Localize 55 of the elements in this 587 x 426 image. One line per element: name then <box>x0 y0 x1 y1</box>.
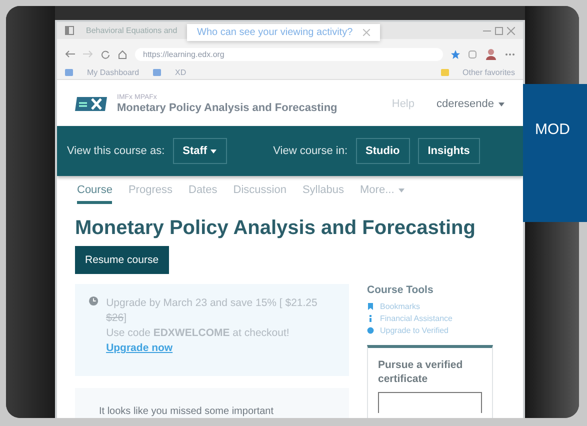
clock-icon <box>89 296 98 306</box>
close-icon <box>362 29 370 36</box>
sidebar-icon <box>65 26 74 35</box>
star-icon <box>451 50 460 58</box>
upgrade-code-text: Use code EDXWELCOME at checkout! Upgrade now <box>106 326 290 356</box>
forward-icon <box>83 50 93 58</box>
bookmark-link[interactable]: XD <box>175 68 186 76</box>
course-name: Monetary Policy Analysis and Forecasting <box>117 102 338 114</box>
tool-link[interactable]: Upgrade to Verified <box>380 326 448 335</box>
view-as-dropdown[interactable]: Staff <box>172 138 228 164</box>
course-tools-heading: Course Tools <box>367 284 434 296</box>
folder-icon <box>440 68 449 76</box>
overlay-text: MOD <box>535 121 570 138</box>
browser-tab[interactable]: Behavioral Equations and <box>78 24 186 37</box>
popup-text: Who can see your viewing activity? <box>197 27 353 38</box>
studio-button[interactable]: Studio <box>356 138 410 164</box>
circle-icon <box>367 327 374 334</box>
back-icon <box>65 50 75 58</box>
address-field[interactable]: https://learning.edx.org <box>135 48 443 60</box>
close-icon <box>507 26 515 34</box>
folder-icon <box>153 68 162 76</box>
user-menu[interactable]: cderesende <box>436 98 494 110</box>
alert-text: It looks like you missed some important <box>99 406 274 417</box>
upgrade-link[interactable]: Upgrade now <box>106 342 173 354</box>
caret-icon <box>398 188 406 193</box>
extension-icon <box>468 50 477 58</box>
home-icon <box>118 50 127 58</box>
nav-tab[interactable]: Progress <box>128 184 172 204</box>
verified-heading: Pursue a verified certificate <box>378 358 464 386</box>
avatar-icon <box>485 48 497 60</box>
insights-button[interactable]: Insights <box>418 138 480 164</box>
tool-link[interactable]: Financial Assistance <box>380 314 452 323</box>
nav-tab[interactable]: Dates <box>188 184 218 204</box>
view-as-label: View this course as: <box>67 145 165 157</box>
more-icon <box>505 52 515 56</box>
caret-icon <box>498 102 505 106</box>
nav-tab[interactable]: Discussion <box>233 184 286 204</box>
view-in-label: View course in: <box>273 145 348 157</box>
nav-tab[interactable]: Course <box>77 184 112 204</box>
info-icon <box>367 315 374 322</box>
help-link[interactable]: Help <box>392 98 414 110</box>
tool-link[interactable]: Bookmarks <box>380 302 420 311</box>
bookmark-link[interactable]: My Dashboard <box>87 68 140 76</box>
resume-course-button[interactable]: Resume course <box>75 246 169 274</box>
folder-icon <box>65 68 73 76</box>
bookmark-link[interactable]: Other favorites <box>462 68 515 76</box>
course-title: Monetary Policy Analysis and Forecasting <box>75 217 476 240</box>
edx-logo-icon <box>75 95 109 113</box>
refresh-icon <box>101 50 110 58</box>
bookmark-icon <box>367 303 374 310</box>
caret-icon <box>210 149 218 154</box>
verified-button[interactable] <box>378 392 482 413</box>
nav-tab[interactable]: Syllabus <box>302 184 344 204</box>
maximize-icon <box>495 26 503 34</box>
nav-tab[interactable]: More... <box>360 184 394 204</box>
